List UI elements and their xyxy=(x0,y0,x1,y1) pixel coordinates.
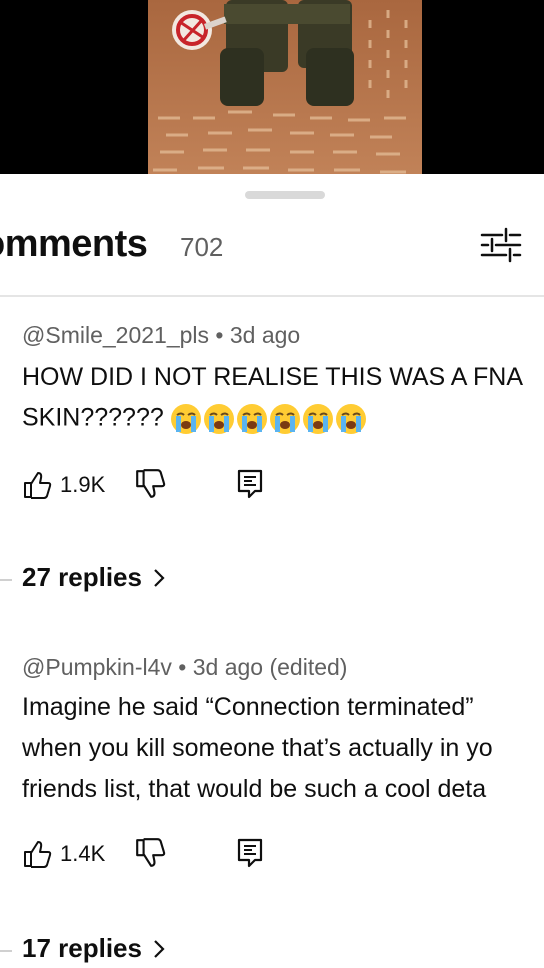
like-count: 1.9K xyxy=(60,472,106,497)
thread-line xyxy=(0,950,12,952)
chevron-right-icon xyxy=(154,939,165,958)
thumbs-up-icon xyxy=(24,472,52,499)
comment-text-line: when you kill someone that’s actually in… xyxy=(22,734,493,762)
sort-filter-icon[interactable] xyxy=(480,227,522,263)
comment-actions: 1.9K xyxy=(22,468,282,502)
chevron-right-icon xyxy=(154,568,165,587)
comment-actions: 1.4K xyxy=(22,837,282,871)
view-replies-button[interactable]: 17 replies xyxy=(22,933,166,964)
like-button[interactable]: 1.9K xyxy=(22,468,105,502)
like-count: 1.4K xyxy=(60,841,106,866)
comment-author-meta: @Smile_2021_pls • 3d ago xyxy=(22,322,301,348)
reply-button[interactable] xyxy=(236,468,266,502)
view-replies-button[interactable]: 27 replies xyxy=(22,562,166,593)
comments-title: omments xyxy=(0,223,148,265)
reply-button[interactable] xyxy=(236,837,266,871)
comments-count: 702 xyxy=(180,232,224,262)
like-button[interactable]: 1.4K xyxy=(22,837,105,871)
drag-handle[interactable] xyxy=(245,191,325,199)
comments-sheet: omments 702 @Smile_2021_pls • 3d ago HOW… xyxy=(0,174,544,968)
comment-text-line-with-emoji: SKIN?????? xyxy=(22,402,370,436)
thumbs-up-icon xyxy=(24,841,52,868)
replies-label: 27 replies xyxy=(22,562,142,592)
thumbs-down-icon xyxy=(136,838,166,867)
comment-text-line: HOW DID I NOT REALISE THIS WAS A FNA xyxy=(22,363,524,391)
video-frame xyxy=(148,0,422,174)
comment-author-meta: @Pumpkin-l4v • 3d ago (edited) xyxy=(22,654,348,680)
comment-text-line: Imagine he said “Connection terminated” xyxy=(22,693,474,721)
header-divider xyxy=(0,295,544,297)
comment-text-line: SKIN?????? xyxy=(22,403,164,432)
video-player[interactable] xyxy=(0,0,544,174)
reply-comment-icon xyxy=(237,838,263,868)
thread-line xyxy=(0,579,12,581)
emoji-row xyxy=(170,402,370,436)
dislike-button[interactable] xyxy=(134,837,166,871)
thumbs-down-icon xyxy=(136,469,166,498)
video-thumbnail-image xyxy=(148,0,422,174)
reply-comment-icon xyxy=(237,469,263,499)
dislike-button[interactable] xyxy=(134,468,166,502)
replies-label: 17 replies xyxy=(22,933,142,963)
comment-text-line: friends list, that would be such a cool … xyxy=(22,775,487,803)
loudly-crying-face-emoji xyxy=(170,403,367,435)
